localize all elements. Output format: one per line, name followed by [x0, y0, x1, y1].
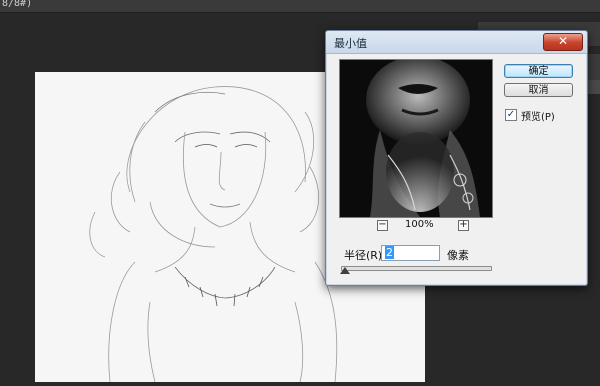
preview-label: 预览(P): [521, 112, 555, 123]
radius-input[interactable]: 2: [381, 245, 440, 261]
dialog-title: 最小值: [334, 37, 367, 50]
filter-preview[interactable]: [339, 59, 493, 218]
minimum-filter-dialog: 最小值 ✕ − 100% + 半径(R): 2 像素 确定 取消 ✓ 预览(P): [325, 30, 588, 286]
plus-icon: +: [459, 219, 468, 230]
ok-button[interactable]: 确定: [504, 64, 573, 78]
close-icon: ✕: [557, 34, 569, 48]
preview-checkbox[interactable]: ✓: [505, 109, 517, 121]
zoom-level: 100%: [405, 219, 434, 230]
minus-icon: −: [378, 219, 387, 230]
zoom-controls: − 100% +: [339, 219, 493, 234]
close-button[interactable]: ✕: [543, 33, 583, 51]
cancel-button[interactable]: 取消: [504, 83, 573, 97]
triangle-thumb-icon[interactable]: [340, 267, 350, 274]
radius-row: 半径(R): 2 像素: [344, 245, 544, 263]
zoom-in-button[interactable]: +: [458, 220, 469, 231]
radius-unit-label: 像素: [447, 249, 469, 262]
dialog-titlebar[interactable]: 最小值 ✕: [326, 31, 587, 54]
radius-label: 半径(R):: [344, 249, 386, 262]
app-title-text: 8/8#): [2, 0, 33, 9]
radius-slider-track[interactable]: [341, 266, 492, 271]
radius-value: 2: [385, 246, 394, 259]
zoom-out-button[interactable]: −: [377, 220, 388, 231]
app-titlebar: 8/8#): [0, 0, 600, 13]
check-icon: ✓: [506, 109, 516, 120]
preview-image: [340, 60, 492, 217]
